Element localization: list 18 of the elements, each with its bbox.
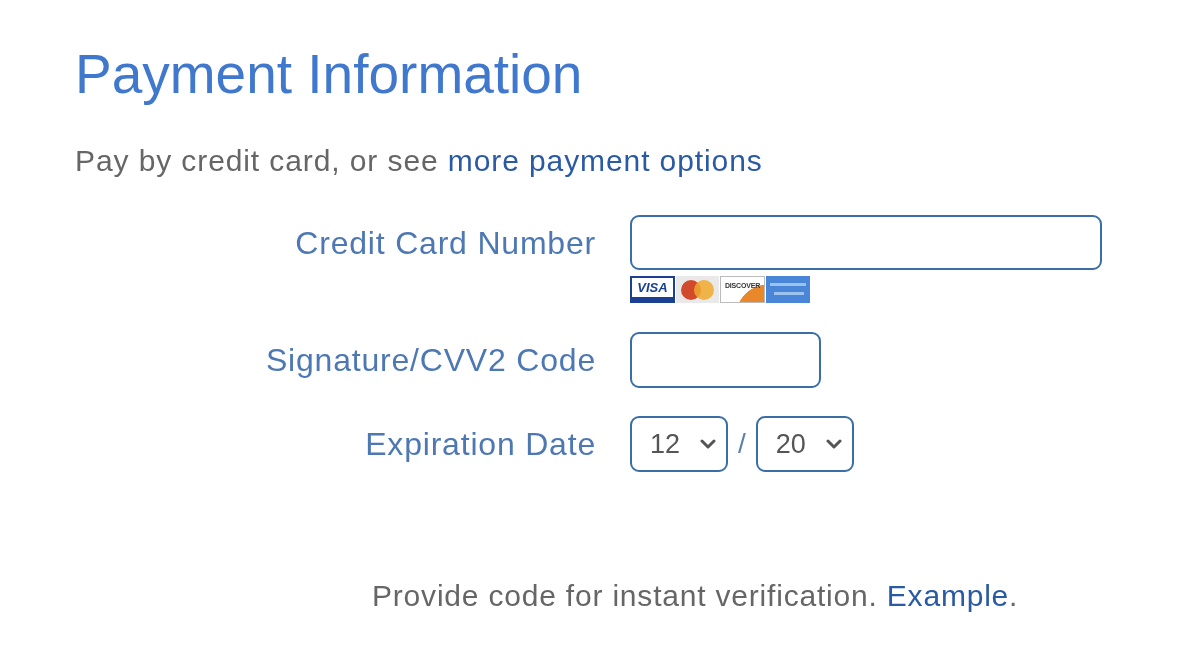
card-number-field[interactable]: [630, 215, 1102, 270]
year-select[interactable]: 20: [755, 416, 854, 472]
footer-text: Provide code for instant verification. Example.: [372, 578, 1019, 614]
field-label: Expiration Date: [365, 425, 596, 463]
example-link[interactable]: Example: [886, 579, 1010, 612]
visa-logo-text: VISA: [637, 281, 668, 294]
field-label: Credit Card Number: [295, 224, 596, 262]
cvv-field[interactable]: [630, 332, 821, 388]
payment-options-link[interactable]: more payment options: [447, 144, 763, 177]
month-select[interactable]: 12: [630, 416, 728, 472]
page-title: Payment Information: [75, 42, 583, 106]
chevron-down-icon: [700, 439, 716, 449]
overlapping-circles-logo-icon: [676, 276, 719, 303]
chevron-down-icon: [825, 439, 842, 449]
date-separator: /: [737, 427, 747, 461]
intro-text: Pay by credit card, or see more payment options: [75, 143, 763, 179]
striped-card-logo-icon: [766, 276, 810, 303]
field-label: Signature/CVV2 Code: [265, 341, 596, 379]
